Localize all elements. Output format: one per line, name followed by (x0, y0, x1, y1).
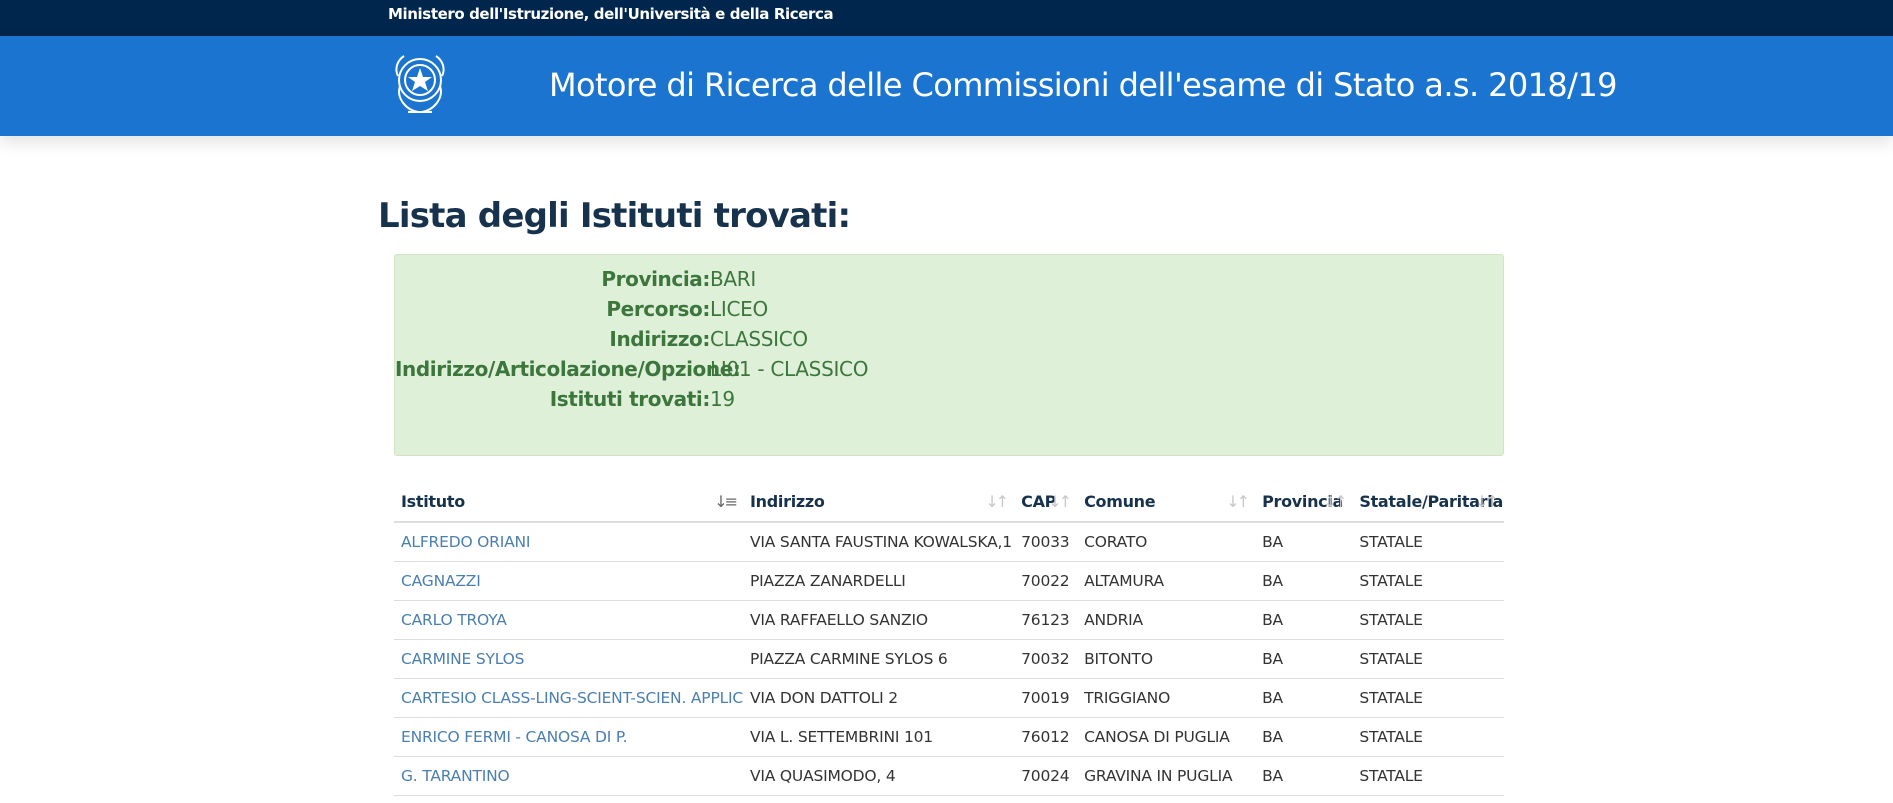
table-cell: STATALE (1352, 756, 1504, 796)
site-title: Motore di Ricerca delle Commissioni dell… (549, 66, 1617, 104)
summary-value: LI01 - CLASSICO (710, 357, 869, 381)
summary-label: Provincia: (601, 267, 710, 291)
summary-value: BARI (710, 267, 756, 291)
istituto-link[interactable]: ENRICO FERMI - CANOSA DI P. (401, 728, 628, 746)
sort-icon[interactable]: ↓↑ (1475, 492, 1499, 511)
table-cell: CARMINE SYLOS (394, 639, 744, 679)
table-cell: BA (1255, 561, 1353, 601)
istituto-link[interactable]: CARTESIO CLASS-LING-SCIENT-SCIEN. APPLIC (401, 689, 743, 707)
table-cell: 76012 (1014, 717, 1078, 757)
column-header-statale-paritaria[interactable]: Statale/Paritaria ↓↑ (1352, 481, 1504, 523)
table-cell: STATALE (1352, 522, 1504, 562)
table-body: ALFREDO ORIANI VIA SANTA FAUSTINA KOWALSK… (394, 522, 1504, 796)
table-cell: BITONTO (1077, 639, 1256, 679)
table-row: ALFREDO ORIANI VIA SANTA FAUSTINA KOWALSK… (394, 522, 1504, 562)
summary-row: Provincia: BARI (395, 267, 1495, 297)
table-cell: CARTESIO CLASS-LING-SCIENT-SCIEN. APPLIC (394, 678, 743, 718)
sort-icon[interactable]: ↓↑ (1226, 492, 1250, 511)
table-cell: BA (1255, 639, 1353, 679)
table-cell: STATALE (1352, 717, 1504, 757)
table-cell: BA (1255, 600, 1353, 640)
table-cell: CAGNAZZI (394, 561, 744, 601)
table-cell: 70024 (1014, 756, 1078, 796)
column-header-label: Indirizzo (750, 491, 825, 511)
table-cell: ANDRIA (1077, 600, 1256, 640)
table-cell: BA (1255, 717, 1353, 757)
summary-label: Percorso: (606, 297, 710, 321)
column-header-istituto[interactable]: Istituto ↓≡ (394, 481, 744, 523)
table-row: CARTESIO CLASS-LING-SCIENT-SCIEN. APPLIC… (394, 678, 1504, 718)
table-cell: 70019 (1014, 678, 1078, 718)
sort-icon[interactable]: ↓↑ (1048, 492, 1072, 511)
table-cell: CORATO (1077, 522, 1256, 562)
table-cell: STATALE (1352, 678, 1504, 718)
column-header-label: Comune (1084, 491, 1156, 511)
table-cell: CARLO TROYA (394, 600, 744, 640)
table-row: CARLO TROYA VIA RAFFAELLO SANZIO 76123 ANDR… (394, 600, 1504, 640)
istituto-link[interactable]: CAGNAZZI (401, 572, 481, 590)
table-cell: VIA RAFFAELLO SANZIO (743, 600, 1015, 640)
table-row: CARMINE SYLOS PIAZZA CARMINE SYLOS 6 70032… (394, 639, 1504, 679)
istituto-link[interactable]: G. TARANTINO (401, 767, 510, 785)
summary-row: Indirizzo/Articolazione/Opzione: LI01 - C… (395, 357, 1495, 387)
table-cell: PIAZZA ZANARDELLI (743, 561, 1015, 601)
table-cell: ALFREDO ORIANI (394, 522, 744, 562)
table-cell: 70022 (1014, 561, 1078, 601)
table-row: CAGNAZZI PIAZZA ZANARDELLI 70022 ALTAMURA BA… (394, 561, 1504, 601)
table-cell: G. TARANTINO (394, 756, 744, 796)
istituto-link[interactable]: ALFREDO ORIANI (401, 533, 530, 551)
search-summary-box: Provincia: BARI Percorso: LICEO Indirizzo: CL… (394, 254, 1504, 456)
top-bar: Ministero dell'Istruzione, dell'Universi… (0, 0, 1893, 36)
table-cell: CANOSA DI PUGLIA (1077, 717, 1256, 757)
column-header-cap[interactable]: CAP ↓↑ (1014, 481, 1078, 523)
summary-value: LICEO (710, 297, 768, 321)
summary-value: CLASSICO (710, 327, 808, 351)
site-header: Motore di Ricerca delle Commissioni dell… (0, 36, 1893, 136)
summary-label: Indirizzo: (609, 327, 710, 351)
table-row: ENRICO FERMI - CANOSA DI P. VIA L. SETTEM… (394, 717, 1504, 757)
italian-republic-emblem-icon[interactable] (388, 46, 452, 118)
table-cell: BA (1255, 678, 1353, 718)
table-cell: GRAVINA IN PUGLIA (1077, 756, 1256, 796)
table-cell: 70032 (1014, 639, 1078, 679)
summary-value: 19 (710, 387, 735, 411)
column-header-indirizzo[interactable]: Indirizzo ↓↑ (743, 481, 1015, 523)
table-cell: BA (1255, 522, 1353, 562)
table-cell: STATALE (1352, 639, 1504, 679)
table-cell: ENRICO FERMI - CANOSA DI P. (394, 717, 744, 757)
table-row: G. TARANTINO VIA QUASIMODO, 4 70024 GRAVINA… (394, 756, 1504, 796)
column-header-label: Istituto (401, 491, 465, 511)
istituto-link[interactable]: CARLO TROYA (401, 611, 507, 629)
table-cell: BA (1255, 756, 1353, 796)
table-cell: PIAZZA CARMINE SYLOS 6 (743, 639, 1015, 679)
table-cell: STATALE (1352, 561, 1504, 601)
top-bar-inner: Ministero dell'Istruzione, dell'Universi… (388, 0, 1893, 28)
summary-row: Percorso: LICEO (395, 297, 1495, 327)
sort-icon[interactable]: ↓↑ (1324, 492, 1348, 511)
sort-icon[interactable]: ↓↑ (985, 492, 1009, 511)
column-header-comune[interactable]: Comune ↓↑ (1077, 481, 1256, 523)
istituti-table: Istituto ↓≡ Indirizzo ↓↑ CAP ↓↑ Comune ↓↑ Provin… (394, 481, 1504, 796)
table-cell: TRIGGIANO (1077, 678, 1256, 718)
summary-label: Indirizzo/Articolazione/Opzione: (395, 357, 741, 381)
summary-label: Istituti trovati: (549, 387, 711, 411)
table-cell: 76123 (1014, 600, 1078, 640)
summary-row: Istituti trovati: 19 (395, 387, 1495, 417)
column-header-provincia[interactable]: Provincia ↓↑ (1255, 481, 1353, 523)
istituto-link[interactable]: CARMINE SYLOS (401, 650, 524, 668)
table-cell: STATALE (1352, 600, 1504, 640)
table-header-row: Istituto ↓≡ Indirizzo ↓↑ CAP ↓↑ Comune ↓↑ Provin… (394, 481, 1504, 523)
table-cell: 70033 (1014, 522, 1078, 562)
summary-row: Indirizzo: CLASSICO (395, 327, 1495, 357)
sort-alpha-asc-icon[interactable]: ↓≡ (714, 492, 738, 511)
table-cell: ALTAMURA (1077, 561, 1256, 601)
table-cell: VIA DON DATTOLI 2 (743, 678, 1015, 718)
ministry-link[interactable]: Ministero dell'Istruzione, dell'Universi… (388, 5, 834, 23)
page-title: Lista degli Istituti trovati: (378, 196, 851, 236)
table-cell: VIA L. SETTEMBRINI 101 (743, 717, 1015, 757)
table-cell: VIA SANTA FAUSTINA KOWALSKA,1 (743, 522, 1015, 562)
table-cell: VIA QUASIMODO, 4 (743, 756, 1015, 796)
